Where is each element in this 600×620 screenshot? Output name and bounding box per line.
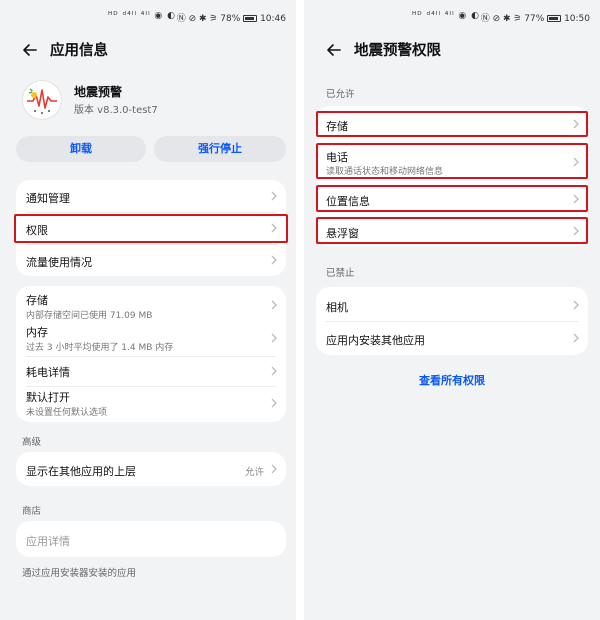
- chevron-right-icon: [270, 299, 278, 311]
- status-bar: ᴴᴰ ᵈ⁴ᴵˡ ⁴ᴵˡ ◉ ◐ Ⓝ ⊘ ✱ ⚞ 77% 10:50: [304, 8, 600, 26]
- menu-item-label: 通知管理: [26, 192, 70, 205]
- app-info-screen: ᴴᴰ ᵈ⁴ᴵˡ ⁴ᴵˡ ◉ ◐ Ⓝ ⊘ ✱ ⚞ 78% 10:46 应用信息 地…: [0, 0, 296, 620]
- highlight-box-location: [316, 185, 588, 212]
- app-bar: 应用信息: [0, 36, 296, 64]
- status-time: 10:46: [260, 14, 286, 24]
- detail-item-label: 耗电详情: [26, 366, 70, 379]
- menu-item-label: 流量使用情况: [26, 256, 92, 269]
- chevron-right-icon: [270, 332, 278, 344]
- overlay-permission-label: 显示在其他应用的上层: [26, 465, 136, 478]
- denied-permissions-card: 相机 应用内安装其他应用: [316, 287, 588, 355]
- install-source-note: 通过应用安装器安装的应用: [22, 568, 137, 579]
- earthquake-app-logo-icon: [22, 80, 62, 120]
- chevron-right-icon: [270, 463, 278, 475]
- permission-label: 相机: [326, 301, 348, 314]
- status-icons: Ⓝ ⊘ ✱ ⚞ 77%: [480, 14, 545, 24]
- status-indicators: Ⓝ ⊘ ✱ ⚞ 77% 10:50: [481, 11, 590, 24]
- signal-icons: ᴴᴰ ᵈ⁴ᴵˡ ⁴ᴵˡ ◉ ◐: [108, 11, 176, 21]
- detail-item-label: 存储: [26, 294, 48, 307]
- chevron-right-icon: [270, 254, 278, 266]
- detail-item-memory[interactable]: 内存 过去 3 小时平均使用了 1.4 MB 内存: [16, 322, 286, 356]
- signal-icons: ᴴᴰ ᵈ⁴ᴵˡ ⁴ᴵˡ ◉ ◐: [412, 11, 480, 21]
- page-title: 应用信息: [50, 43, 108, 59]
- battery-icon: [547, 15, 562, 22]
- menu-item-data-usage[interactable]: 流量使用情况: [16, 244, 286, 276]
- highlight-box-permissions: [14, 214, 288, 243]
- detail-item-label: 内存: [26, 326, 48, 339]
- chevron-right-icon: [270, 365, 278, 377]
- detail-item-battery[interactable]: 耗电详情: [16, 356, 286, 386]
- app-version: 版本 v8.3.0-test7: [74, 105, 158, 116]
- status-icons: Ⓝ ⊘ ✱ ⚞ 78%: [176, 14, 241, 24]
- menu-item-notification[interactable]: 通知管理: [16, 180, 286, 212]
- chevron-right-icon: [270, 190, 278, 202]
- app-details-item[interactable]: 应用详情: [16, 521, 286, 557]
- highlight-box-storage: [316, 111, 588, 137]
- battery-icon: [243, 15, 258, 22]
- permission-item-install-apps[interactable]: 应用内安装其他应用: [316, 321, 588, 355]
- highlight-box-phone: [316, 143, 588, 179]
- detail-item-sub: 未设置任何默认选项: [26, 408, 108, 418]
- permission-item-camera[interactable]: 相机: [316, 287, 588, 321]
- status-bar: ᴴᴰ ᵈ⁴ᴵˡ ⁴ᴵˡ ◉ ◐ Ⓝ ⊘ ✱ ⚞ 78% 10:46: [0, 8, 296, 26]
- uninstall-button[interactable]: 卸载: [16, 136, 146, 162]
- overlay-permission-item[interactable]: 显示在其他应用的上层 允许: [16, 452, 286, 486]
- chevron-right-icon: [572, 299, 580, 311]
- detail-item-default-open[interactable]: 默认打开 未设置任何默认选项: [16, 386, 286, 422]
- section-label-store: 商店: [22, 506, 42, 517]
- back-arrow-icon[interactable]: [20, 40, 40, 60]
- chevron-right-icon: [270, 397, 278, 409]
- section-label-advanced: 高级: [22, 437, 42, 448]
- section-label-denied: 已禁止: [326, 268, 355, 279]
- app-header: 地震预警 版本 v8.3.0-test7: [22, 80, 274, 120]
- status-indicators: Ⓝ ⊘ ✱ ⚞ 78% 10:46: [177, 11, 286, 24]
- detail-item-storage[interactable]: 存储 内部存储空间已使用 71.09 MB: [16, 286, 286, 322]
- page-title: 地震预警权限: [354, 43, 441, 59]
- detail-item-sub: 内部存储空间已使用 71.09 MB: [26, 311, 153, 321]
- chevron-right-icon: [572, 332, 580, 344]
- detail-item-sub: 过去 3 小时平均使用了 1.4 MB 内存: [26, 343, 174, 353]
- advanced-card: 显示在其他应用的上层 允许: [16, 452, 286, 486]
- back-arrow-icon[interactable]: [324, 40, 344, 60]
- store-card: 应用详情: [16, 521, 286, 557]
- view-all-permissions-link[interactable]: 查看所有权限: [304, 372, 600, 388]
- section-label-allowed: 已允许: [326, 89, 355, 100]
- status-time: 10:50: [564, 14, 590, 24]
- force-stop-button[interactable]: 强行停止: [154, 136, 286, 162]
- overlay-permission-value: 允许: [244, 467, 264, 478]
- highlight-box-floating-window: [316, 217, 588, 244]
- app-permissions-screen: ᴴᴰ ᵈ⁴ᴵˡ ⁴ᴵˡ ◉ ◐ Ⓝ ⊘ ✱ ⚞ 77% 10:50 地震预警权限…: [304, 0, 600, 620]
- app-name: 地震预警: [74, 85, 123, 99]
- app-details-label: 应用详情: [26, 535, 70, 548]
- detail-item-label: 默认打开: [26, 391, 70, 404]
- permission-label: 应用内安装其他应用: [326, 334, 425, 347]
- app-bar: 地震预警权限: [304, 36, 600, 64]
- app-details-card: 存储 内部存储空间已使用 71.09 MB 内存 过去 3 小时平均使用了 1.…: [16, 286, 286, 422]
